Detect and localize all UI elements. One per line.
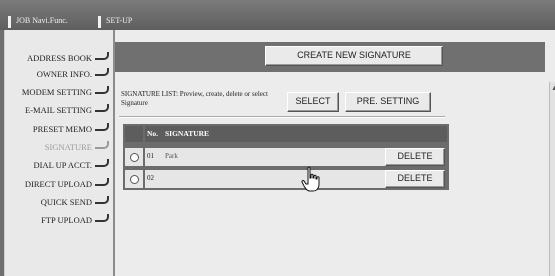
sidebar-item-email-setting[interactable]: E-MAIL SETTING bbox=[25, 104, 109, 120]
tab-set-up[interactable]: SET-UP bbox=[96, 14, 186, 30]
table-row-radio-cell bbox=[125, 170, 143, 188]
sidebar-item-label: OWNER INFO. bbox=[36, 69, 92, 80]
hand-pointer-icon bbox=[301, 166, 320, 192]
sidebar-item-label: ADDRESS BOOK bbox=[27, 53, 92, 64]
row-signature-name: Park bbox=[161, 148, 389, 166]
sidebar-item-ftp-upload[interactable]: FTP UPLOAD bbox=[41, 214, 109, 230]
row-select-radio[interactable] bbox=[130, 153, 139, 162]
connector-icon bbox=[95, 214, 109, 223]
table-row-radio-cell bbox=[125, 148, 143, 166]
connector-icon bbox=[95, 86, 109, 95]
sidebar-item-label: SIGNATURE bbox=[44, 142, 92, 153]
sidebar-item-label: QUICK SEND bbox=[40, 197, 92, 208]
row-number: 01 bbox=[145, 148, 161, 166]
sidebar-item-dial-up-acct[interactable]: DIAL UP ACCT. bbox=[34, 159, 109, 175]
connector-icon bbox=[95, 159, 109, 168]
sidebar-item-signature[interactable]: SIGNATURE bbox=[45, 141, 109, 157]
header-signature: SIGNATURE bbox=[161, 126, 389, 142]
delete-button[interactable]: DELETE bbox=[385, 170, 445, 188]
sidebar-item-direct-upload[interactable]: DIRECT UPLOAD bbox=[25, 178, 109, 194]
tab-job-navi-func[interactable]: JOB Navi.Func. bbox=[6, 14, 100, 30]
title-bar: JOB Navi.Func. SET-UP bbox=[0, 0, 555, 30]
row-select-radio[interactable] bbox=[130, 175, 139, 184]
delete-button[interactable]: DELETE bbox=[385, 148, 445, 166]
sidebar: ADDRESS BOOK OWNER INFO. MODEM SETTING E… bbox=[5, 30, 115, 276]
sidebar-item-label: E-MAIL SETTING bbox=[25, 105, 92, 116]
sidebar-item-owner-info[interactable]: OWNER INFO. bbox=[37, 68, 109, 84]
divider bbox=[119, 116, 445, 118]
pre-setting-button[interactable]: PRE. SETTING bbox=[345, 92, 431, 112]
row-signature-name bbox=[161, 170, 389, 188]
vertical-scrollbar[interactable]: ▲ bbox=[549, 82, 555, 276]
connector-icon bbox=[95, 196, 109, 205]
sidebar-item-preset-memo[interactable]: PRESET MEMO bbox=[33, 123, 109, 139]
main-panel: CREATE NEW SIGNATURE SIGNATURE LIST: Pre… bbox=[115, 30, 555, 276]
scroll-up-icon[interactable]: ▲ bbox=[551, 84, 555, 92]
connector-icon bbox=[95, 104, 109, 113]
connector-icon bbox=[95, 141, 109, 150]
row-number: 02 bbox=[145, 170, 161, 188]
connector-icon bbox=[95, 178, 109, 187]
sidebar-item-address-book[interactable]: ADDRESS BOOK bbox=[27, 52, 109, 68]
content-frame: ADDRESS BOOK OWNER INFO. MODEM SETTING E… bbox=[4, 30, 555, 276]
header-action-column bbox=[389, 126, 447, 142]
signature-list-label: SIGNATURE LIST: Preview, create, delete … bbox=[121, 90, 268, 107]
sidebar-item-modem-setting[interactable]: MODEM SETTING bbox=[22, 86, 109, 102]
create-new-signature-button[interactable]: CREATE NEW SIGNATURE bbox=[265, 46, 443, 66]
connector-icon bbox=[95, 52, 109, 61]
sidebar-item-quick-send[interactable]: QUICK SEND bbox=[41, 196, 109, 212]
sidebar-item-label: DIAL UP ACCT. bbox=[33, 160, 92, 171]
header-no: No. bbox=[145, 126, 161, 142]
sidebar-item-label: PRESET MEMO bbox=[32, 124, 92, 135]
sidebar-item-label: MODEM SETTING bbox=[21, 87, 92, 98]
connector-icon bbox=[95, 123, 109, 132]
sidebar-item-label: FTP UPLOAD bbox=[41, 215, 92, 226]
sidebar-item-label: DIRECT UPLOAD bbox=[24, 179, 92, 190]
header-radio-column bbox=[125, 126, 143, 142]
top-toolbar: CREATE NEW SIGNATURE bbox=[115, 42, 545, 72]
select-button[interactable]: SELECT bbox=[287, 92, 339, 112]
connector-icon bbox=[95, 68, 109, 77]
